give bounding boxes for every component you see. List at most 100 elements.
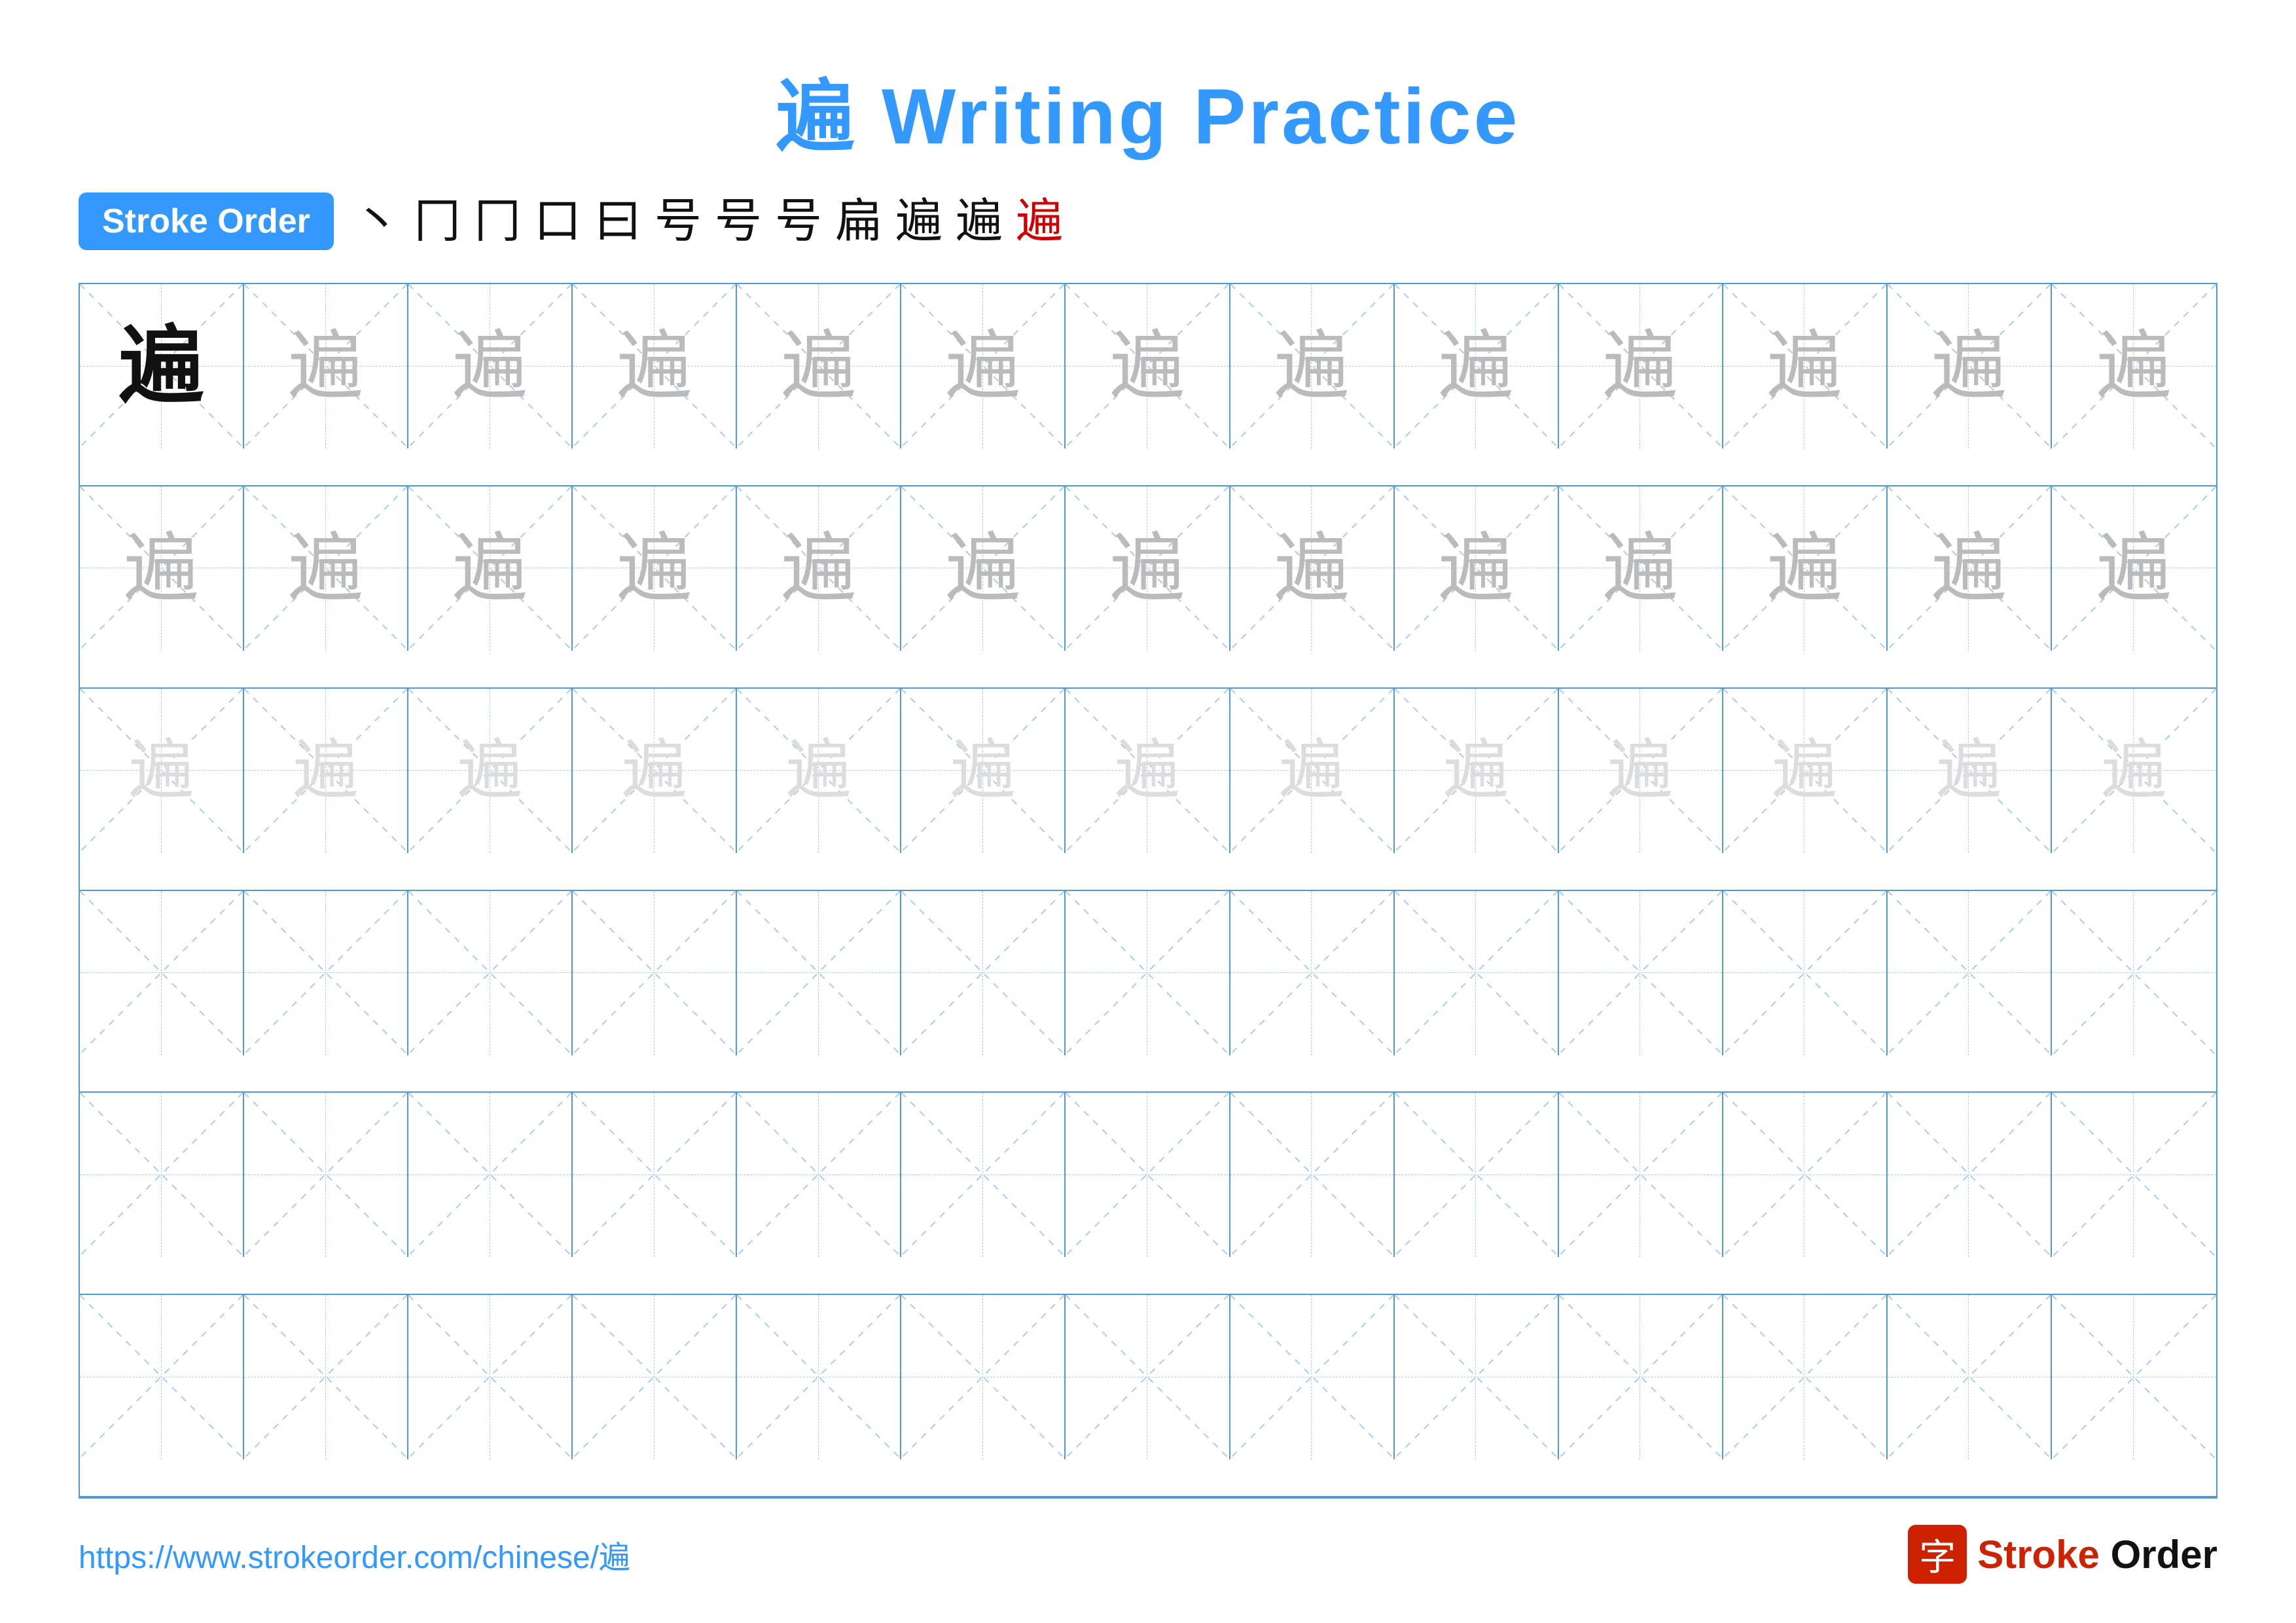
grid-cell-1-5[interactable]: 遍 bbox=[901, 486, 1066, 651]
grid-cell-5-12[interactable] bbox=[2052, 1295, 2216, 1459]
practice-char-1-10: 遍 bbox=[1767, 531, 1842, 606]
grid-cell-3-8[interactable] bbox=[1395, 891, 1559, 1055]
grid-cell-3-5[interactable] bbox=[901, 891, 1066, 1055]
grid-cell-4-0[interactable] bbox=[80, 1093, 244, 1257]
grid-cell-1-12[interactable]: 遍 bbox=[2052, 486, 2216, 651]
practice-char-2-6: 遍 bbox=[1115, 738, 1180, 803]
practice-char-1-12: 遍 bbox=[2096, 531, 2172, 606]
grid-cell-2-1[interactable]: 遍 bbox=[244, 689, 408, 853]
page: 遍 Writing Practice Stroke Order 丶冂冂口曰号号号… bbox=[0, 0, 2296, 1623]
grid-cell-4-8[interactable] bbox=[1395, 1093, 1559, 1257]
grid-cell-5-3[interactable] bbox=[573, 1295, 737, 1459]
grid-cell-0-8[interactable]: 遍 bbox=[1395, 284, 1559, 448]
grid-cell-4-9[interactable] bbox=[1559, 1093, 1723, 1257]
practice-char-1-4: 遍 bbox=[781, 531, 856, 606]
grid-cell-3-12[interactable] bbox=[2052, 891, 2216, 1055]
grid-cell-1-1[interactable]: 遍 bbox=[244, 486, 408, 651]
stroke-step-0: 丶 bbox=[353, 198, 401, 245]
grid-cell-4-4[interactable] bbox=[737, 1093, 901, 1257]
grid-cell-5-2[interactable] bbox=[408, 1295, 573, 1459]
grid-cell-1-2[interactable]: 遍 bbox=[408, 486, 573, 651]
grid-cell-3-6[interactable] bbox=[1066, 891, 1230, 1055]
grid-cell-5-6[interactable] bbox=[1066, 1295, 1230, 1459]
grid-row-4 bbox=[80, 1093, 2216, 1295]
grid-cell-4-10[interactable] bbox=[1723, 1093, 1888, 1257]
grid-cell-5-5[interactable] bbox=[901, 1295, 1066, 1459]
grid-cell-4-12[interactable] bbox=[2052, 1093, 2216, 1257]
grid-cell-5-1[interactable] bbox=[244, 1295, 408, 1459]
grid-cell-1-4[interactable]: 遍 bbox=[737, 486, 901, 651]
grid-cell-2-2[interactable]: 遍 bbox=[408, 689, 573, 853]
grid-cell-4-5[interactable] bbox=[901, 1093, 1066, 1257]
grid-cell-0-11[interactable]: 遍 bbox=[1888, 284, 2052, 448]
grid-cell-3-0[interactable] bbox=[80, 891, 244, 1055]
practice-char-2-4: 遍 bbox=[786, 738, 852, 803]
grid-cell-3-3[interactable] bbox=[573, 891, 737, 1055]
grid-cell-2-12[interactable]: 遍 bbox=[2052, 689, 2216, 853]
grid-cell-3-7[interactable] bbox=[1230, 891, 1395, 1055]
grid-cell-4-7[interactable] bbox=[1230, 1093, 1395, 1257]
page-title: 遍 Writing Practice bbox=[776, 52, 1520, 166]
grid-cell-5-11[interactable] bbox=[1888, 1295, 2052, 1459]
grid-cell-1-9[interactable]: 遍 bbox=[1559, 486, 1723, 651]
grid-cell-2-10[interactable]: 遍 bbox=[1723, 689, 1888, 853]
grid-cell-1-0[interactable]: 遍 bbox=[80, 486, 244, 651]
grid-cell-4-2[interactable] bbox=[408, 1093, 573, 1257]
grid-cell-0-0[interactable]: 遍 bbox=[80, 284, 244, 448]
practice-grid[interactable]: 遍 遍 遍 遍 遍 遍 遍 遍 遍 遍 遍 遍 遍 遍 遍 bbox=[79, 283, 2217, 1499]
grid-cell-0-10[interactable]: 遍 bbox=[1723, 284, 1888, 448]
grid-cell-3-9[interactable] bbox=[1559, 891, 1723, 1055]
grid-cell-1-6[interactable]: 遍 bbox=[1066, 486, 1230, 651]
title-text: Writing Practice bbox=[882, 73, 1520, 160]
practice-char-2-8: 遍 bbox=[1443, 738, 1509, 803]
grid-cell-3-11[interactable] bbox=[1888, 891, 2052, 1055]
grid-cell-0-9[interactable]: 遍 bbox=[1559, 284, 1723, 448]
grid-cell-0-4[interactable]: 遍 bbox=[737, 284, 901, 448]
grid-cell-3-1[interactable] bbox=[244, 891, 408, 1055]
grid-cell-5-4[interactable] bbox=[737, 1295, 901, 1459]
grid-cell-3-10[interactable] bbox=[1723, 891, 1888, 1055]
grid-cell-1-3[interactable]: 遍 bbox=[573, 486, 737, 651]
grid-cell-0-12[interactable]: 遍 bbox=[2052, 284, 2216, 448]
grid-cell-2-7[interactable]: 遍 bbox=[1230, 689, 1395, 853]
grid-cell-4-3[interactable] bbox=[573, 1093, 737, 1257]
practice-char-0-6: 遍 bbox=[1109, 329, 1185, 404]
practice-char-1-7: 遍 bbox=[1274, 531, 1350, 606]
grid-cell-2-9[interactable]: 遍 bbox=[1559, 689, 1723, 853]
grid-cell-1-7[interactable]: 遍 bbox=[1230, 486, 1395, 651]
grid-cell-0-1[interactable]: 遍 bbox=[244, 284, 408, 448]
grid-cell-1-11[interactable]: 遍 bbox=[1888, 486, 2052, 651]
footer-url[interactable]: https://www.strokeorder.com/chinese/遍 bbox=[79, 1531, 630, 1577]
grid-cell-2-11[interactable]: 遍 bbox=[1888, 689, 2052, 853]
stroke-sequence: 丶冂冂口曰号号号扁遍遍遍 bbox=[353, 198, 1063, 245]
stroke-step-9: 遍 bbox=[895, 198, 942, 245]
grid-cell-3-4[interactable] bbox=[737, 891, 901, 1055]
grid-cell-4-6[interactable] bbox=[1066, 1093, 1230, 1257]
grid-cell-2-4[interactable]: 遍 bbox=[737, 689, 901, 853]
grid-cell-2-0[interactable]: 遍 bbox=[80, 689, 244, 853]
grid-cell-4-1[interactable] bbox=[244, 1093, 408, 1257]
grid-cell-4-11[interactable] bbox=[1888, 1093, 2052, 1257]
grid-cell-3-2[interactable] bbox=[408, 891, 573, 1055]
grid-cell-5-7[interactable] bbox=[1230, 1295, 1395, 1459]
grid-cell-0-5[interactable]: 遍 bbox=[901, 284, 1066, 448]
grid-cell-1-8[interactable]: 遍 bbox=[1395, 486, 1559, 651]
grid-row-2: 遍 遍 遍 遍 遍 遍 遍 遍 遍 遍 遍 遍 遍 bbox=[80, 689, 2216, 891]
practice-char-0-4: 遍 bbox=[781, 329, 856, 404]
grid-cell-0-7[interactable]: 遍 bbox=[1230, 284, 1395, 448]
grid-cell-1-10[interactable]: 遍 bbox=[1723, 486, 1888, 651]
grid-cell-0-6[interactable]: 遍 bbox=[1066, 284, 1230, 448]
grid-cell-5-9[interactable] bbox=[1559, 1295, 1723, 1459]
stroke-step-6: 号 bbox=[715, 198, 762, 245]
grid-cell-0-2[interactable]: 遍 bbox=[408, 284, 573, 448]
practice-char-1-9: 遍 bbox=[1603, 531, 1678, 606]
grid-cell-5-0[interactable] bbox=[80, 1295, 244, 1459]
grid-cell-2-8[interactable]: 遍 bbox=[1395, 689, 1559, 853]
grid-cell-0-3[interactable]: 遍 bbox=[573, 284, 737, 448]
grid-cell-2-6[interactable]: 遍 bbox=[1066, 689, 1230, 853]
grid-cell-5-8[interactable] bbox=[1395, 1295, 1559, 1459]
grid-cell-2-5[interactable]: 遍 bbox=[901, 689, 1066, 853]
logo-icon: 字 bbox=[1908, 1525, 1967, 1584]
grid-cell-5-10[interactable] bbox=[1723, 1295, 1888, 1459]
grid-cell-2-3[interactable]: 遍 bbox=[573, 689, 737, 853]
